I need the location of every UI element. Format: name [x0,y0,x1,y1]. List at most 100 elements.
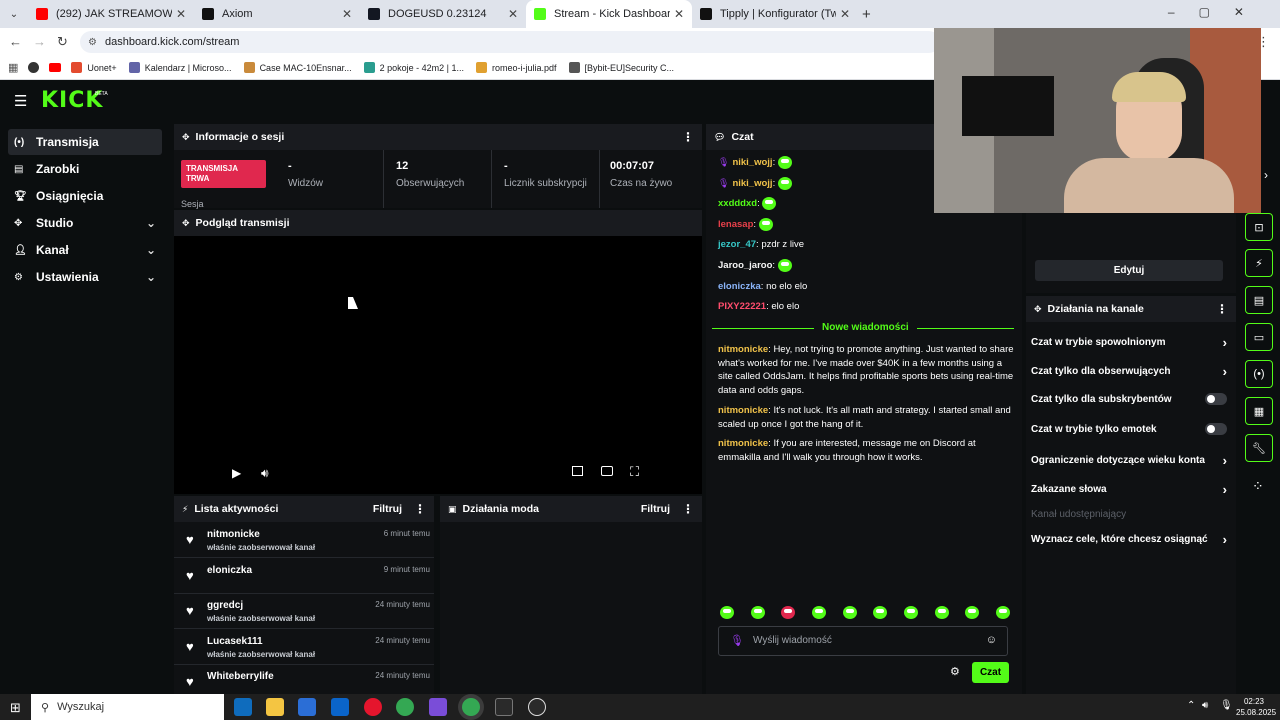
camera-icon[interactable]: ⊡ [1245,213,1273,241]
emote-picker-icon[interactable] [995,606,1010,619]
outlook-icon[interactable] [331,698,349,716]
channel-option[interactable]: Czat w trybie tylko emotek [1031,423,1227,435]
session-menu-icon[interactable]: ⋮ [682,130,694,144]
apps-grid-icon[interactable]: ▦ [8,61,18,74]
sidebar-item-studio[interactable]: ✥ Studio ⌄ [8,210,162,236]
chat-icon[interactable]: ▭ [1245,323,1273,351]
activity-row[interactable]: ♥ nitmonicke właśnie zaobserwował kanał 6 m… [174,522,434,558]
store-icon[interactable] [298,698,316,716]
emote-picker-icon[interactable] [811,606,826,619]
back-icon[interactable]: ← [9,34,22,49]
chat-username[interactable]: nitmonicke [718,344,768,355]
sidebar-item-ustawienia[interactable]: ⚙ Ustawienia ⌄ [8,264,162,290]
channel-option[interactable]: Czat tylko dla obserwujących › [1031,364,1227,379]
fullscreen-icon[interactable]: ⛶ [630,464,639,480]
channel-option[interactable]: Ograniczenie dotyczące wieku konta › [1031,453,1227,468]
bookmark-globe-icon[interactable] [28,62,40,73]
sidebar-item-kanał[interactable]: 👤︎ Kanał ⌄ [8,237,162,263]
tab-close-icon[interactable]: ✕ [342,7,352,21]
bookmark-item[interactable]: Kalendarz | Microso... [128,62,232,73]
chat-username[interactable]: nitmonicke [718,438,768,449]
tab-close-icon[interactable]: ✕ [176,7,186,21]
mic-tray-icon[interactable]: 🎙︎ [1220,700,1233,711]
browser-tab[interactable]: Tipply | Konfigurator (Twój cel) ✕ [692,0,858,28]
chrome-icon[interactable] [396,698,414,716]
emote-picker-icon[interactable] [934,606,949,619]
tab-close-icon[interactable]: ✕ [674,7,684,21]
site-info-icon[interactable]: ⚙ [88,37,97,48]
bookmark-item[interactable]: 2 pokoje - 42m2 | 1... [363,62,464,73]
windows-start-icon[interactable]: ⊞ [10,700,21,716]
address-bar[interactable]: ⚙ dashboard.kick.com/stream [80,31,940,53]
chat-username[interactable]: PIXY22221 [718,301,766,312]
bookmark-item[interactable]: Uonet+ [71,62,117,73]
document-icon[interactable]: ▤ [1245,286,1273,314]
volume-icon[interactable]: 🔊︎ [261,466,269,481]
chat-username[interactable]: Jaroo_jaroo [718,260,772,271]
more-dots-icon[interactable]: ⁘ [1252,478,1264,495]
mod-filter-button[interactable]: Filtruj [641,503,670,515]
rail-scroll-icon[interactable]: › [1264,168,1268,182]
tab-close-icon[interactable]: ✕ [508,7,518,21]
chat-username[interactable]: nitmonicke [718,405,768,416]
reload-icon[interactable]: ↻ [57,34,68,50]
emote-picker-icon[interactable] [750,606,765,619]
toggle-switch[interactable] [1205,423,1227,435]
tab-search-icon[interactable]: ⌄ [0,0,28,28]
browser-tab[interactable]: DOGEUSD 0.23124 ✕ [360,0,526,28]
wrench-icon[interactable]: 🔧︎ [1245,434,1273,462]
grid-icon[interactable]: ▦ [1245,397,1273,425]
chat-username[interactable]: niki_wojj [732,157,772,168]
send-chat-button[interactable]: Czat [972,662,1009,683]
tab-close-icon[interactable]: ✕ [840,7,850,21]
toggle-switch[interactable] [1205,393,1227,405]
epic-games-icon[interactable] [495,698,513,716]
browser-tab[interactable]: (292) JAK STREAMOWAĆ NA KICK ✕ [28,0,194,28]
opera-icon[interactable] [364,698,382,716]
theater-icon[interactable] [601,466,613,476]
channel-option[interactable]: Czat w trybie spowolnionym › [1031,335,1227,350]
channel-option[interactable]: Zakazane słowa › [1031,482,1227,497]
bookmark-item[interactable]: Case MAC-10Ensnar... [243,62,352,73]
new-tab-button[interactable]: + [862,6,871,23]
activity-filter-button[interactable]: Filtruj [373,503,402,515]
sidebar-item-osiągnięcia[interactable]: 🏆︎ Osiągnięcia [8,183,162,209]
chat-username[interactable]: lenasap [718,219,753,230]
play-icon[interactable]: ▶ [232,466,241,480]
emote-picker-icon[interactable] [873,606,888,619]
clock[interactable]: 02:23 25.08.2025 [1236,696,1276,718]
file-explorer-icon[interactable] [266,698,284,716]
volume-tray-icon[interactable]: 🔊︎ [1202,700,1208,711]
channel-option[interactable]: Czat tylko dla subskrybentów [1031,393,1227,405]
miniplayer-icon[interactable] [572,466,583,476]
channel-actions-menu-icon[interactable]: ⋮ [1216,302,1228,316]
sidebar-item-transmisja[interactable]: (•) Transmisja [8,129,162,155]
channel-option[interactable]: Wyznacz cele, które chcesz osiągnąć › [1031,532,1227,547]
forward-icon[interactable]: → [33,34,46,49]
chat-input[interactable]: 🎙︎ Wyślij wiadomość ☺ [718,626,1008,656]
broadcast-icon[interactable]: (•) [1245,360,1273,388]
activity-row[interactable]: ♥ Whiteberrylife 24 minuty temu [174,664,434,694]
activity-menu-icon[interactable]: ⋮ [414,502,426,516]
emote-picker-icon[interactable] [965,606,980,619]
taskbar-search[interactable]: ⚲ Wyszukaj [31,694,224,720]
chat-username[interactable]: eloniczka [718,281,761,292]
emoji-icon[interactable]: ☺ [986,634,997,646]
mod-menu-icon[interactable]: ⋮ [682,502,694,516]
bolt-icon[interactable]: ⚡︎ [1245,249,1273,277]
chat-username[interactable]: niki_wojj [732,178,772,189]
bookmark-item[interactable]: romeo-i-julia.pdf [476,62,557,73]
obs-icon[interactable] [528,698,546,716]
browser-tab[interactable]: Axiom ✕ [194,0,360,28]
chat-username[interactable]: xxdddxd [718,198,757,209]
activity-row[interactable]: ♥ eloniczka 9 minut temu [174,558,434,594]
chat-username[interactable]: jezor_47 [718,239,756,250]
chrome-active-icon[interactable] [462,698,480,716]
emote-picker-icon[interactable] [781,606,796,619]
window-controls[interactable]: –▢✕ [1168,5,1268,19]
teams-icon[interactable] [429,698,447,716]
sidebar-item-zarobki[interactable]: ▤ Zarobki [8,156,162,182]
hamburger-menu-icon[interactable]: ☰ [14,92,27,110]
mic-icon[interactable]: 🎙︎ [730,634,744,647]
activity-row[interactable]: ♥ ggredcj właśnie zaobserwował kanał 24 min… [174,593,434,630]
